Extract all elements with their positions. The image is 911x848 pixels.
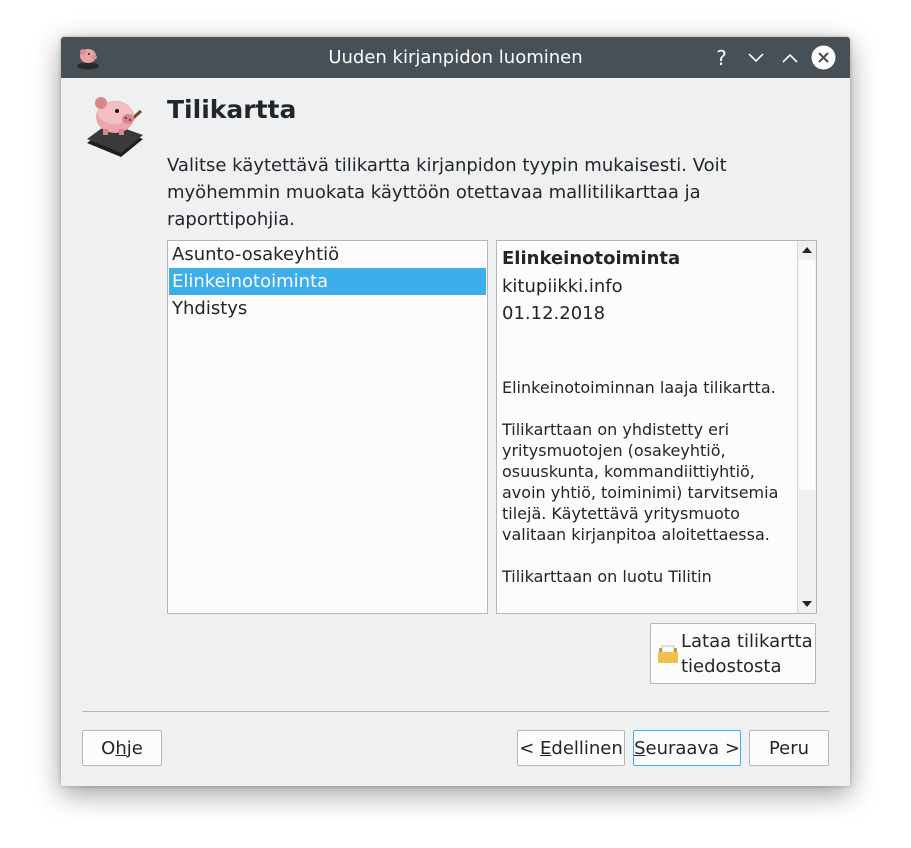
back-label-post: dellinen — [551, 737, 623, 759]
info-paragraph: Tilikarttaan on yhdistetty eri yritysmuo… — [502, 420, 779, 544]
folder-open-icon — [657, 643, 679, 665]
back-button[interactable]: < Edellinen — [517, 730, 625, 766]
scrollbar-thumb[interactable] — [799, 260, 815, 490]
page-title: Tilikartta — [167, 95, 297, 124]
piggy-bank-book-icon — [81, 93, 149, 161]
chart-of-accounts-list[interactable]: Asunto-osakeyhtiö Elinkeinotoiminta Yhdi… — [167, 240, 488, 614]
scroll-down-arrow-icon[interactable] — [798, 595, 816, 613]
close-icon[interactable] — [811, 45, 836, 70]
load-button-label: Lataa tilikartta tiedostosta — [681, 629, 813, 679]
info-paragraph: Tilikarttaan on luotu Tilitin — [502, 567, 712, 586]
load-label-line2: tiedostosta — [681, 655, 782, 677]
info-paragraph: Elinkeinotoiminnan laaja tilikartta. — [502, 378, 776, 397]
chart-info-panel[interactable]: Elinkeinotoiminta kitupiikki.info 01.12.… — [496, 240, 817, 614]
divider — [82, 711, 829, 712]
scroll-up-arrow-icon[interactable] — [798, 241, 816, 259]
back-label-pre: < — [519, 737, 541, 759]
help-label-mnemonic: h — [115, 737, 127, 759]
cancel-button[interactable]: Peru — [749, 730, 829, 766]
back-label-mnemonic: E — [540, 737, 552, 759]
chart-info-content: Elinkeinotoiminta kitupiikki.info 01.12.… — [502, 245, 792, 587]
title-bar[interactable]: Uuden kirjanpidon luominen ? — [61, 37, 850, 78]
minimize-icon[interactable] — [743, 45, 768, 70]
load-chart-from-file-button[interactable]: Lataa tilikartta tiedostosta — [650, 623, 816, 684]
info-date: 01.12.2018 — [502, 303, 606, 324]
cancel-label: Peru — [768, 737, 810, 759]
list-item[interactable]: Asunto-osakeyhtiö — [168, 241, 487, 268]
page-description: Valitse käytettävä tilikartta kirjanpido… — [167, 155, 727, 230]
load-label-line1: Lataa tilikartta — [681, 630, 813, 652]
info-author: kitupiikki.info — [502, 276, 623, 297]
dialog-window: Uuden kirjanpidon luominen ? Tilikartta … — [61, 37, 850, 786]
help-label-pre: O — [101, 737, 116, 759]
help-icon[interactable]: ? — [709, 45, 734, 70]
list-item[interactable]: Yhdistys — [168, 295, 487, 322]
next-button[interactable]: Seuraava > — [633, 730, 741, 766]
info-scrollbar[interactable] — [797, 241, 816, 613]
help-label-post: je — [126, 737, 143, 759]
maximize-icon[interactable] — [777, 45, 802, 70]
help-button[interactable]: Oh je — [82, 730, 162, 766]
list-item-selected[interactable]: Elinkeinotoiminta — [169, 268, 486, 295]
next-label-post: euraava > — [645, 737, 740, 759]
info-title: Elinkeinotoiminta — [502, 248, 681, 269]
next-label-mnemonic: S — [634, 737, 646, 759]
